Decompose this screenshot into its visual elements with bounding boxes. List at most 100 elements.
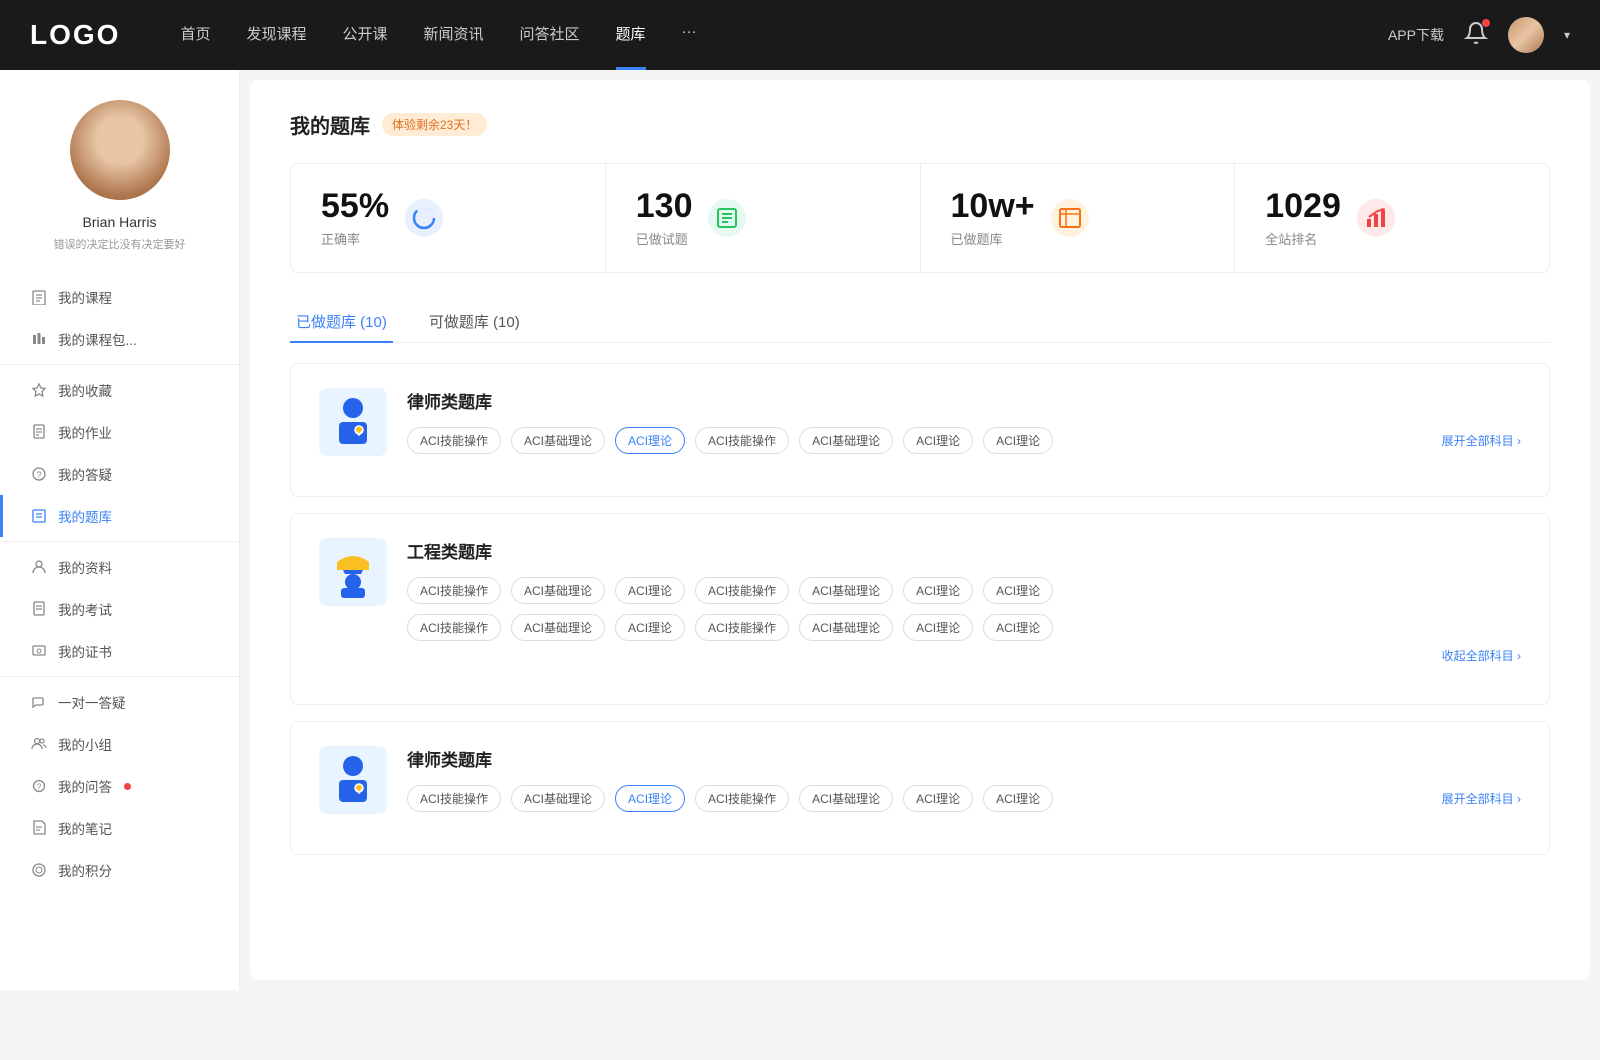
stat-done-info: 130 已做试题	[636, 188, 693, 248]
sidebar-item-notes[interactable]: 我的笔记	[0, 807, 239, 849]
homework-label: 我的作业	[58, 422, 112, 442]
sidebar-divider-1	[0, 364, 239, 365]
one-on-one-label: 一对一答疑	[58, 692, 126, 712]
sidebar-item-my-answers[interactable]: ? 我的问答	[0, 765, 239, 807]
sidebar-avatar	[70, 100, 170, 200]
qbank-section-engineer: 工程类题库 ACI技能操作 ACI基础理论 ACI理论 ACI技能操作 ACI基…	[290, 513, 1550, 705]
nav-news[interactable]: 新闻资讯	[424, 23, 484, 48]
collapse-link-engineer[interactable]: 收起全部科目 ›	[407, 647, 1521, 664]
eng-tag-7[interactable]: ACI理论	[983, 577, 1053, 604]
sidebar-item-profile[interactable]: 我的资料	[0, 546, 239, 588]
points-label: 我的积分	[58, 860, 112, 880]
sidebar-item-course-packs[interactable]: 我的课程包...	[0, 318, 239, 360]
stat-rank-label: 全站排名	[1265, 229, 1341, 248]
qa-icon: ?	[30, 465, 48, 483]
sidebar-item-groups[interactable]: 我的小组	[0, 723, 239, 765]
user-avatar-nav[interactable]	[1508, 17, 1544, 53]
eng-tag-8[interactable]: ACI技能操作	[407, 614, 501, 641]
sidebar-item-exams[interactable]: 我的考试	[0, 588, 239, 630]
stat-accuracy-number: 55%	[321, 188, 389, 225]
law2-tag-1[interactable]: ACI技能操作	[407, 785, 501, 812]
nav-right: APP下载 ▾	[1388, 17, 1570, 53]
nav-open-course[interactable]: 公开课	[342, 23, 387, 48]
logo[interactable]: LOGO	[30, 19, 120, 51]
my-answers-icon: ?	[30, 777, 48, 795]
qbank-avatar-lawyer-2	[319, 746, 387, 814]
page-title: 我的题库	[290, 110, 370, 139]
eng-tag-12[interactable]: ACI基础理论	[799, 614, 893, 641]
sidebar-item-qbank[interactable]: 我的题库	[0, 495, 239, 537]
eng-tag-9[interactable]: ACI基础理论	[511, 614, 605, 641]
eng-tag-2[interactable]: ACI基础理论	[511, 577, 605, 604]
eng-tag-5[interactable]: ACI基础理论	[799, 577, 893, 604]
nav-qbank[interactable]: 题库	[616, 23, 646, 48]
qbank-tags-lawyer-1: ACI技能操作 ACI基础理论 ACI理论 ACI技能操作 ACI基础理论 AC…	[407, 427, 1521, 454]
tag-5[interactable]: ACI基础理论	[799, 427, 893, 454]
expand-link-lawyer-1[interactable]: 展开全部科目 ›	[1442, 432, 1521, 449]
expand-link-lawyer-2[interactable]: 展开全部科目 ›	[1442, 790, 1521, 807]
tab-done-banks[interactable]: 已做题库 (10)	[290, 301, 393, 342]
qbank-tags-lawyer-2: ACI技能操作 ACI基础理论 ACI理论 ACI技能操作 ACI基础理论 AC…	[407, 785, 1521, 812]
nav-dropdown-icon[interactable]: ▾	[1564, 28, 1570, 42]
tag-7[interactable]: ACI理论	[983, 427, 1053, 454]
eng-tag-14[interactable]: ACI理论	[983, 614, 1053, 641]
tag-3[interactable]: ACI理论	[615, 427, 685, 454]
stat-done-banks: 10w+ 已做题库	[921, 164, 1236, 272]
law2-tag-7[interactable]: ACI理论	[983, 785, 1053, 812]
sidebar-item-one-on-one[interactable]: 一对一答疑	[0, 681, 239, 723]
groups-label: 我的小组	[58, 734, 112, 754]
tag-6[interactable]: ACI理论	[903, 427, 973, 454]
law2-tag-4[interactable]: ACI技能操作	[695, 785, 789, 812]
stat-accuracy-label: 正确率	[321, 229, 389, 248]
tab-todo-banks[interactable]: 可做题库 (10)	[423, 301, 526, 342]
groups-icon	[30, 735, 48, 753]
sidebar-item-favorites[interactable]: 我的收藏	[0, 369, 239, 411]
eng-tag-4[interactable]: ACI技能操作	[695, 577, 789, 604]
nav-discover[interactable]: 发现课程	[246, 23, 306, 48]
qbank-tags-engineer-row1: ACI技能操作 ACI基础理论 ACI理论 ACI技能操作 ACI基础理论 AC…	[407, 577, 1521, 604]
course-packs-label: 我的课程包...	[58, 329, 137, 349]
eng-tag-11[interactable]: ACI技能操作	[695, 614, 789, 641]
qbank-header-lawyer-2: 律师类题库 ACI技能操作 ACI基础理论 ACI理论 ACI技能操作 ACI基…	[319, 746, 1521, 814]
qa-label: 我的答疑	[58, 464, 112, 484]
profile-label: 我的资料	[58, 557, 112, 577]
tag-1[interactable]: ACI技能操作	[407, 427, 501, 454]
qbank-avatar-lawyer-1	[319, 388, 387, 456]
eng-tag-13[interactable]: ACI理论	[903, 614, 973, 641]
avatar-image	[1508, 17, 1544, 53]
sidebar-item-courses[interactable]: 我的课程	[0, 276, 239, 318]
nav-home[interactable]: 首页	[180, 23, 210, 48]
svg-text:?: ?	[36, 470, 41, 480]
eng-tag-1[interactable]: ACI技能操作	[407, 577, 501, 604]
eng-tag-6[interactable]: ACI理论	[903, 577, 973, 604]
qbank-icon	[30, 507, 48, 525]
app-download-link[interactable]: APP下载	[1388, 25, 1444, 45]
qbank-info-engineer: 工程类题库 ACI技能操作 ACI基础理论 ACI理论 ACI技能操作 ACI基…	[407, 538, 1521, 664]
stat-done-number: 130	[636, 188, 693, 225]
tag-2[interactable]: ACI基础理论	[511, 427, 605, 454]
sidebar-item-qa[interactable]: ? 我的答疑	[0, 453, 239, 495]
tag-4[interactable]: ACI技能操作	[695, 427, 789, 454]
answers-notification-dot	[124, 783, 131, 790]
nav-more[interactable]: ···	[682, 23, 697, 48]
sidebar-item-homework[interactable]: 我的作业	[0, 411, 239, 453]
eng-tag-3[interactable]: ACI理论	[615, 577, 685, 604]
certs-label: 我的证书	[58, 641, 112, 661]
sidebar-item-points[interactable]: 我的积分	[0, 849, 239, 891]
svg-text:?: ?	[37, 783, 42, 792]
notification-bell[interactable]	[1464, 21, 1488, 50]
courses-icon	[30, 288, 48, 306]
page-header: 我的题库 体验剩余23天！	[290, 110, 1550, 139]
qbank-section-lawyer-2: 律师类题库 ACI技能操作 ACI基础理论 ACI理论 ACI技能操作 ACI基…	[290, 721, 1550, 855]
eng-tag-10[interactable]: ACI理论	[615, 614, 685, 641]
law2-tag-2[interactable]: ACI基础理论	[511, 785, 605, 812]
sidebar-username: Brian Harris	[83, 214, 157, 230]
law2-tag-6[interactable]: ACI理论	[903, 785, 973, 812]
nav-qa[interactable]: 问答社区	[520, 23, 580, 48]
qbank-title-engineer: 工程类题库	[407, 538, 1521, 563]
stat-accuracy-info: 55% 正确率	[321, 188, 389, 248]
notes-label: 我的笔记	[58, 818, 112, 838]
sidebar-item-certs[interactable]: 我的证书	[0, 630, 239, 672]
law2-tag-5[interactable]: ACI基础理论	[799, 785, 893, 812]
law2-tag-3[interactable]: ACI理论	[615, 785, 685, 812]
